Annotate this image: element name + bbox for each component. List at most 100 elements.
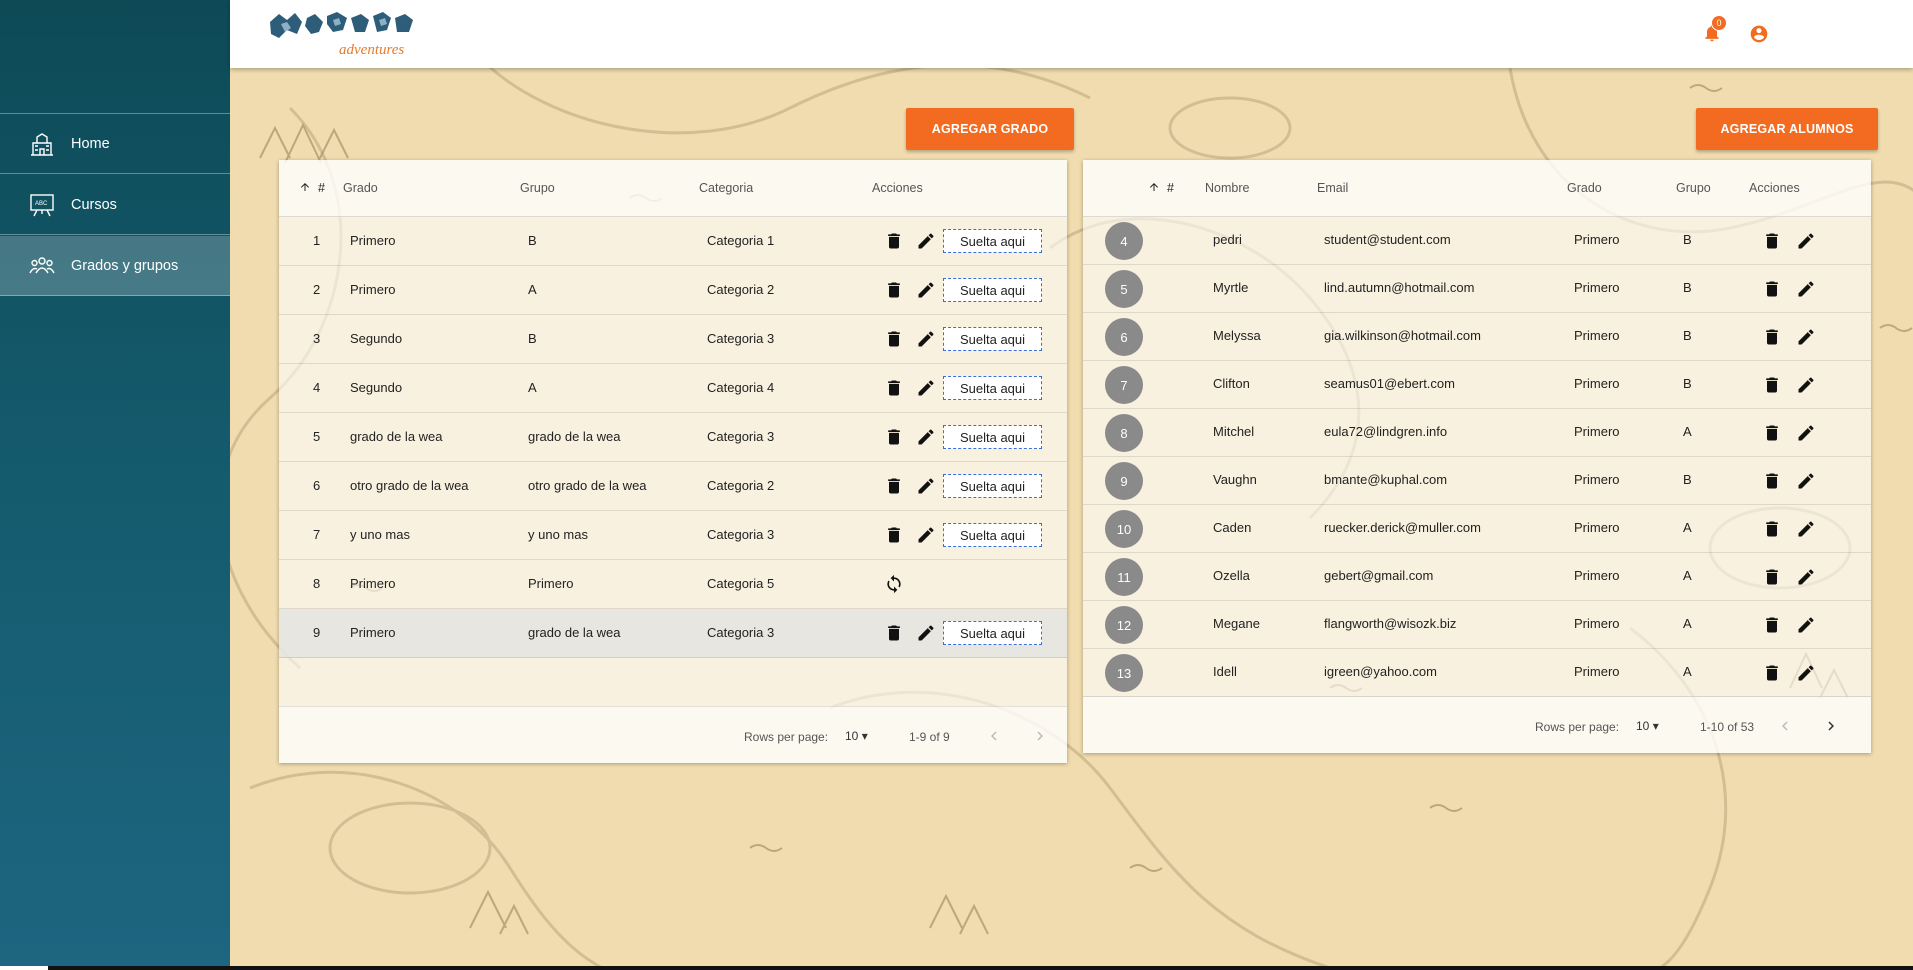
delete-icon[interactable] bbox=[884, 623, 904, 643]
svg-text:ABC: ABC bbox=[35, 201, 48, 207]
table-row[interactable]: 6 Melyssa gia.wilkinson@hotmail.com Primero… bbox=[1083, 313, 1871, 361]
table-row[interactable]: 2 Primero A Categoria 2 Suelta aqui bbox=[279, 266, 1067, 315]
sort-arrow-up-icon[interactable] bbox=[1148, 181, 1160, 195]
nombre-cell: Myrtle bbox=[1213, 280, 1249, 295]
table-row[interactable]: 7 Clifton seamus01@ebert.com Primero B bbox=[1083, 361, 1871, 409]
column-number[interactable]: # bbox=[318, 181, 325, 195]
table-row[interactable]: 12 Megane flangworth@wisozk.biz Primero A bbox=[1083, 601, 1871, 649]
grado-cell: Primero bbox=[350, 282, 396, 297]
delete-icon[interactable] bbox=[1762, 663, 1782, 683]
drop-zone[interactable]: Suelta aqui bbox=[943, 376, 1042, 400]
column-grado[interactable]: Grado bbox=[343, 181, 378, 195]
previous-page-icon[interactable] bbox=[1776, 717, 1794, 735]
table-row[interactable]: 8 Primero Primero Categoria 5 bbox=[279, 560, 1067, 609]
sort-arrow-up-icon[interactable] bbox=[299, 181, 311, 195]
sync-icon[interactable] bbox=[884, 574, 904, 594]
nombre-cell: Vaughn bbox=[1213, 472, 1257, 487]
edit-icon[interactable] bbox=[916, 427, 936, 447]
edit-icon[interactable] bbox=[1796, 327, 1816, 347]
edit-icon[interactable] bbox=[1796, 423, 1816, 443]
table-row[interactable]: 8 Mitchel eula72@lindgren.info Primero A bbox=[1083, 409, 1871, 457]
edit-icon[interactable] bbox=[1796, 567, 1816, 587]
delete-icon[interactable] bbox=[884, 329, 904, 349]
edit-icon[interactable] bbox=[916, 623, 936, 643]
delete-icon[interactable] bbox=[1762, 615, 1782, 635]
delete-icon[interactable] bbox=[1762, 519, 1782, 539]
edit-icon[interactable] bbox=[1796, 519, 1816, 539]
column-grado[interactable]: Grado bbox=[1567, 181, 1602, 195]
column-nombre[interactable]: Nombre bbox=[1205, 181, 1249, 195]
delete-icon[interactable] bbox=[884, 280, 904, 300]
edit-icon[interactable] bbox=[916, 231, 936, 251]
delete-icon[interactable] bbox=[1762, 471, 1782, 491]
table-row[interactable]: 7 y uno mas y uno mas Categoria 3 Suelta aqu… bbox=[279, 511, 1067, 560]
nombre-cell: Caden bbox=[1213, 520, 1252, 535]
edit-icon[interactable] bbox=[1796, 663, 1816, 683]
edit-icon[interactable] bbox=[1796, 279, 1816, 299]
delete-icon[interactable] bbox=[1762, 231, 1782, 251]
grupo-cell: A bbox=[1683, 568, 1692, 583]
drop-zone[interactable]: Suelta aqui bbox=[943, 327, 1042, 351]
table-row[interactable]: 3 Segundo B Categoria 3 Suelta aqui bbox=[279, 315, 1067, 364]
grupo-cell: A bbox=[1683, 616, 1692, 631]
categoria-cell: Categoria 2 bbox=[707, 478, 775, 493]
edit-icon[interactable] bbox=[916, 525, 936, 545]
sidebar-item-cursos[interactable]: ABC Cursos bbox=[0, 175, 230, 235]
table-row[interactable]: 6 otro grado de la wea otro grado de la we… bbox=[279, 462, 1067, 511]
next-page-icon[interactable] bbox=[1031, 727, 1049, 745]
sidebar-item-grados-y-grupos[interactable]: Grados y grupos bbox=[0, 236, 230, 296]
delete-icon[interactable] bbox=[884, 378, 904, 398]
column-categoria[interactable]: Categoria bbox=[699, 181, 753, 195]
rows-per-page-select[interactable]: 10 ▾ bbox=[1636, 719, 1659, 733]
delete-icon[interactable] bbox=[884, 476, 904, 496]
edit-icon[interactable] bbox=[916, 476, 936, 496]
next-page-icon[interactable] bbox=[1822, 717, 1840, 735]
grupo-cell: A bbox=[1683, 664, 1692, 679]
drop-zone[interactable]: Suelta aqui bbox=[943, 621, 1042, 645]
rows-per-page-select[interactable]: 10 ▾ bbox=[845, 729, 868, 743]
edit-icon[interactable] bbox=[1796, 471, 1816, 491]
table-row[interactable]: 5 grado de la wea grado de la wea Categoria… bbox=[279, 413, 1067, 462]
account-circle-icon[interactable] bbox=[1749, 24, 1769, 44]
sidebar-item-home[interactable]: Home bbox=[0, 114, 230, 174]
delete-icon[interactable] bbox=[1762, 375, 1782, 395]
table-row[interactable]: 9 Primero grado de la wea Categoria 3 Suelta… bbox=[279, 609, 1067, 658]
delete-icon[interactable] bbox=[1762, 327, 1782, 347]
edit-icon[interactable] bbox=[1796, 615, 1816, 635]
add-grade-button[interactable]: AGREGAR GRADO bbox=[906, 108, 1074, 150]
edit-icon[interactable] bbox=[916, 329, 936, 349]
edit-icon[interactable] bbox=[1796, 375, 1816, 395]
delete-icon[interactable] bbox=[1762, 279, 1782, 299]
delete-icon[interactable] bbox=[884, 231, 904, 251]
drop-zone[interactable]: Suelta aqui bbox=[943, 278, 1042, 302]
grupo-cell: Primero bbox=[528, 576, 574, 591]
delete-icon[interactable] bbox=[884, 525, 904, 545]
categoria-cell: Categoria 3 bbox=[707, 527, 775, 542]
column-grupo[interactable]: Grupo bbox=[1676, 181, 1711, 195]
column-grupo[interactable]: Grupo bbox=[520, 181, 555, 195]
edit-icon[interactable] bbox=[1796, 231, 1816, 251]
adventures-logo[interactable]: adventures bbox=[267, 8, 437, 58]
previous-page-icon[interactable] bbox=[985, 727, 1003, 745]
edit-icon[interactable] bbox=[916, 280, 936, 300]
table-row[interactable]: 4 pedri student@student.com Primero B bbox=[1083, 217, 1871, 265]
column-email[interactable]: Email bbox=[1317, 181, 1348, 195]
add-students-button[interactable]: AGREGAR ALUMNOS bbox=[1696, 108, 1878, 150]
drop-zone[interactable]: Suelta aqui bbox=[943, 425, 1042, 449]
edit-icon[interactable] bbox=[916, 378, 936, 398]
table-row[interactable]: 13 Idell igreen@yahoo.com Primero A bbox=[1083, 649, 1871, 697]
delete-icon[interactable] bbox=[1762, 423, 1782, 443]
table-row[interactable]: 4 Segundo A Categoria 4 Suelta aqui bbox=[279, 364, 1067, 413]
table-row[interactable]: 10 Caden ruecker.derick@muller.com Primero A bbox=[1083, 505, 1871, 553]
drop-zone[interactable]: Suelta aqui bbox=[943, 229, 1042, 253]
table-row[interactable]: 11 Ozella gebert@gmail.com Primero A bbox=[1083, 553, 1871, 601]
drop-zone[interactable]: Suelta aqui bbox=[943, 523, 1042, 547]
delete-icon[interactable] bbox=[884, 427, 904, 447]
delete-icon[interactable] bbox=[1762, 567, 1782, 587]
column-number[interactable]: # bbox=[1167, 181, 1174, 195]
table-row[interactable]: 9 Vaughn bmante@kuphal.com Primero B bbox=[1083, 457, 1871, 505]
table-row[interactable]: 5 Myrtle lind.autumn@hotmail.com Primero B bbox=[1083, 265, 1871, 313]
grupo-cell: grado de la wea bbox=[528, 625, 621, 640]
table-row[interactable]: 1 Primero B Categoria 1 Suelta aqui bbox=[279, 217, 1067, 266]
drop-zone[interactable]: Suelta aqui bbox=[943, 474, 1042, 498]
